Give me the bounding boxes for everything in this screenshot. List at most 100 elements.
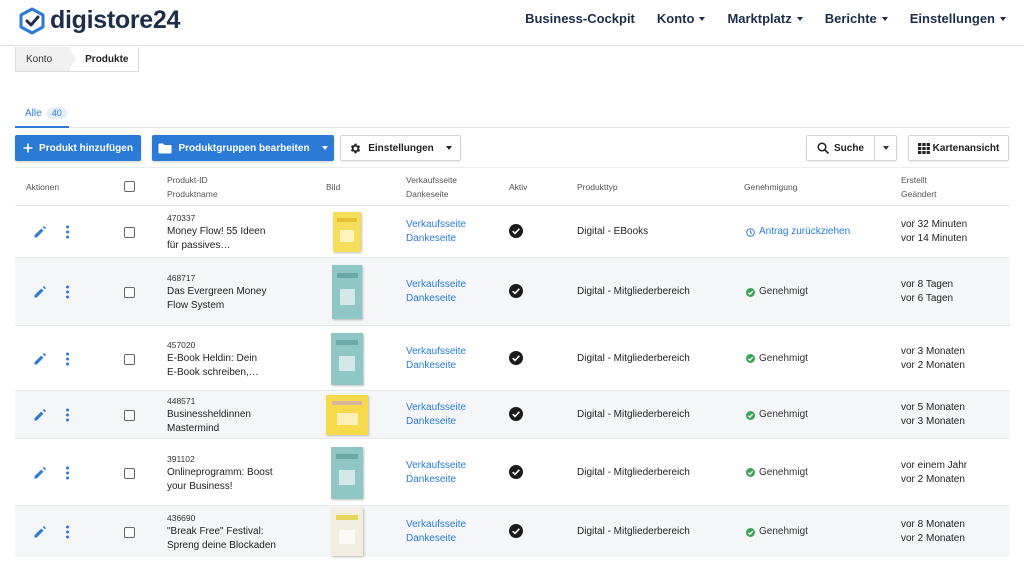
sales-page-link[interactable]: Verkaufsseite <box>406 401 466 415</box>
edit-pencil-icon[interactable] <box>33 525 47 539</box>
product-name-line[interactable]: für passives… <box>167 239 307 253</box>
product-cell: 436690 "Break Free" Festival: Spreng deine… <box>167 511 307 553</box>
search-split-button: Suche <box>806 135 897 161</box>
created-date: vor 8 Tagen <box>901 279 954 290</box>
add-product-button[interactable]: Produkt hinzufügen <box>15 135 141 161</box>
nav-label: Konto <box>656 11 695 26</box>
product-name-line[interactable]: Businessheldinnen <box>167 408 307 422</box>
product-id: 436690 <box>167 513 196 523</box>
thanks-page-link[interactable]: Dankeseite <box>406 415 466 429</box>
approval-status: Genehmigt <box>746 408 808 422</box>
product-name-line[interactable]: Spreng deine Blockaden <box>167 539 307 553</box>
nav-marktplatz[interactable]: Marktplatz <box>727 11 803 26</box>
nav-berichte[interactable]: Berichte <box>825 11 888 26</box>
check-circle-icon <box>746 354 755 363</box>
product-type: Digital - Mitgliederbereich <box>577 526 690 537</box>
select-all-checkbox[interactable] <box>124 181 135 192</box>
active-check-icon <box>509 524 523 538</box>
thanks-page-link[interactable]: Dankeseite <box>406 359 466 373</box>
button-label: Einstellungen <box>368 142 434 154</box>
search-options-dropdown[interactable] <box>875 136 896 160</box>
thanks-page-link[interactable]: Dankeseite <box>406 532 466 546</box>
sales-page-link[interactable]: Verkaufsseite <box>406 518 466 532</box>
edit-pencil-icon[interactable] <box>33 225 47 239</box>
active-check-icon <box>509 350 523 365</box>
changed-date: vor 2 Monaten <box>901 533 965 544</box>
row-select-checkbox[interactable] <box>124 227 135 238</box>
product-name-line[interactable]: Das Evergreen Money <box>167 285 307 299</box>
approval-label: Genehmigt <box>759 352 808 364</box>
gear-icon <box>351 143 361 153</box>
more-vertical-icon[interactable] <box>65 225 70 239</box>
product-name-line[interactable]: Flow System <box>167 299 307 313</box>
settings-button[interactable]: Einstellungen <box>340 135 461 161</box>
header-image: Bild <box>326 182 341 192</box>
top-bar: digistore24 Business-Cockpit Konto Markt… <box>0 0 1024 46</box>
more-vertical-icon[interactable] <box>65 525 70 539</box>
row-select-checkbox[interactable] <box>124 410 135 421</box>
products-table: Aktionen Produkt-ID Produktname Bild Ver… <box>15 167 1010 557</box>
product-type: Digital - EBooks <box>577 226 649 237</box>
row-select-checkbox[interactable] <box>124 527 135 538</box>
more-vertical-icon[interactable] <box>65 408 70 422</box>
row-select-checkbox[interactable] <box>124 467 135 479</box>
nav-einstellungen[interactable]: Einstellungen <box>910 11 1006 26</box>
product-name-line[interactable]: Money Flow! 55 Ideen <box>167 225 307 239</box>
product-type: Digital - Mitgliederbereich <box>577 352 690 364</box>
date-cell: vor einem Jahr vor 2 Monaten <box>901 459 967 487</box>
thanks-page-link[interactable]: Dankeseite <box>406 292 466 306</box>
date-cell: vor 8 Tagen vor 6 Tagen <box>901 278 953 306</box>
header-label: Geändert <box>901 189 937 199</box>
search-button[interactable]: Suche <box>807 136 875 160</box>
header-type: Produkttyp <box>577 182 618 192</box>
sales-page-link[interactable]: Verkaufsseite <box>406 345 466 359</box>
caret-down-icon <box>881 16 888 21</box>
button-label: Kartenansicht <box>932 142 1000 154</box>
edit-pencil-icon[interactable] <box>33 408 47 422</box>
product-name-line[interactable]: E-Book schreiben,… <box>167 366 307 380</box>
table-header: Aktionen Produkt-ID Produktname Bild Ver… <box>15 167 1010 205</box>
folder-icon <box>158 143 172 153</box>
more-vertical-icon[interactable] <box>65 466 70 480</box>
breadcrumb: Konto Produkte <box>15 47 140 72</box>
more-vertical-icon[interactable] <box>65 352 70 366</box>
date-cell: vor 8 Monaten vor 2 Monaten <box>901 518 965 546</box>
edit-pencil-icon[interactable] <box>33 466 47 480</box>
sales-page-link[interactable]: Verkaufsseite <box>406 278 466 292</box>
product-name-line[interactable]: Mastermind <box>167 422 307 436</box>
product-name-line[interactable]: E-Book Heldin: Dein <box>167 352 307 366</box>
page-links: Verkaufsseite Dankeseite <box>406 518 466 546</box>
product-name-line[interactable]: your Business! <box>167 480 307 494</box>
row-select-checkbox[interactable] <box>124 287 135 298</box>
page-links: Verkaufsseite Dankeseite <box>406 459 466 487</box>
caret-down-icon <box>321 146 328 150</box>
product-image <box>326 395 368 435</box>
card-view-button[interactable]: Kartenansicht <box>908 135 1009 161</box>
nav-business-cockpit[interactable]: Business-Cockpit <box>525 11 635 26</box>
tab-alle[interactable]: Alle 40 <box>15 100 69 128</box>
thanks-page-link[interactable]: Dankeseite <box>406 232 466 246</box>
nav-konto[interactable]: Konto <box>657 11 706 26</box>
approval-label: Genehmigt <box>759 526 808 537</box>
thanks-page-link[interactable]: Dankeseite <box>406 473 466 487</box>
sales-page-link[interactable]: Verkaufsseite <box>406 218 466 232</box>
breadcrumb-konto[interactable]: Konto <box>15 47 77 72</box>
product-image <box>331 508 363 556</box>
search-icon <box>817 142 829 154</box>
approval-status: Genehmigt <box>746 466 808 480</box>
created-date: vor 8 Monaten <box>901 519 965 530</box>
caret-down-icon <box>796 16 803 21</box>
button-label: Produktgruppen bearbeiten <box>178 142 310 154</box>
edit-product-groups-button[interactable]: Produktgruppen bearbeiten <box>152 135 334 161</box>
more-vertical-icon[interactable] <box>65 285 70 299</box>
date-cell: vor 32 Minuten vor 14 Minuten <box>901 218 967 246</box>
edit-pencil-icon[interactable] <box>33 352 47 366</box>
product-name-line[interactable]: Onlineprogramm: Boost <box>167 466 307 480</box>
withdraw-request-link[interactable]: Antrag zurückziehen <box>746 225 850 239</box>
sales-page-link[interactable]: Verkaufsseite <box>406 459 466 473</box>
logo[interactable]: digistore24 <box>18 6 180 35</box>
check-circle-icon <box>746 410 755 420</box>
product-name-line[interactable]: "Break Free" Festival: <box>167 525 307 539</box>
edit-pencil-icon[interactable] <box>33 285 47 299</box>
row-select-checkbox[interactable] <box>124 353 135 365</box>
